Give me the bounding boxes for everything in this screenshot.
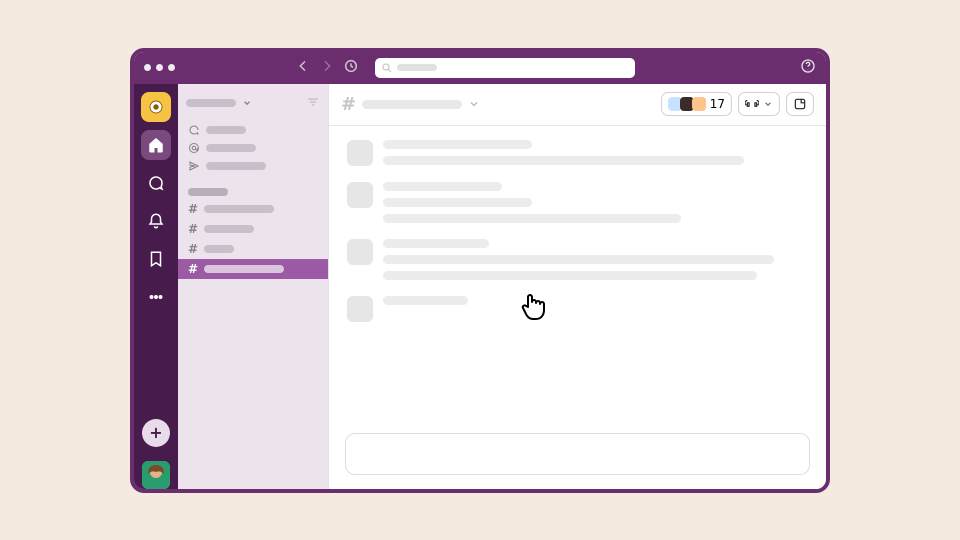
channel-item-2[interactable]: # [178, 219, 328, 239]
app-window: + # # [130, 48, 830, 493]
workspace-badge[interactable] [141, 92, 171, 122]
message-avatar [347, 296, 373, 322]
message-list [329, 126, 826, 425]
channel-header: # 17 [329, 84, 826, 126]
channels-section-header[interactable] [178, 185, 328, 199]
message-item[interactable] [347, 239, 808, 280]
window-max-dot[interactable] [168, 64, 175, 71]
huddle-button[interactable] [738, 92, 780, 116]
members-count: 17 [710, 97, 725, 111]
workspace-switcher[interactable] [178, 90, 328, 117]
activity-icon[interactable] [141, 206, 171, 236]
channel-item-4-selected[interactable]: # [178, 259, 328, 279]
nav-back-icon[interactable] [295, 58, 311, 78]
message-avatar [347, 182, 373, 208]
nav-forward-icon[interactable] [319, 58, 335, 78]
window-controls[interactable] [144, 64, 175, 71]
global-search-input[interactable] [375, 58, 635, 78]
filter-icon[interactable] [306, 94, 320, 113]
channel-item-3[interactable]: # [178, 239, 328, 259]
message-avatar [347, 140, 373, 166]
workspace-rail: + [134, 84, 178, 489]
help-icon[interactable] [800, 58, 816, 78]
mentions-item[interactable] [178, 139, 328, 157]
message-item[interactable] [347, 140, 808, 166]
window-min-dot[interactable] [156, 64, 163, 71]
drafts-item[interactable] [178, 157, 328, 175]
channel-name-placeholder[interactable] [362, 100, 462, 109]
message-avatar [347, 239, 373, 265]
message-item[interactable] [347, 296, 808, 322]
members-chip[interactable]: 17 [661, 92, 732, 116]
dms-icon[interactable] [141, 168, 171, 198]
home-icon[interactable] [141, 130, 171, 160]
history-icon[interactable] [343, 58, 359, 78]
channel-view: # 17 [328, 84, 826, 489]
add-workspace-button[interactable]: + [142, 419, 170, 447]
later-icon[interactable] [141, 244, 171, 274]
channel-sidebar: # # # # [178, 84, 328, 489]
threads-item[interactable] [178, 121, 328, 139]
channel-hash-icon: # [341, 94, 356, 115]
window-close-dot[interactable] [144, 64, 151, 71]
message-item[interactable] [347, 182, 808, 223]
search-placeholder [397, 64, 437, 71]
titlebar [134, 52, 826, 84]
canvas-button[interactable] [786, 92, 814, 116]
channel-item-1[interactable]: # [178, 199, 328, 219]
message-composer[interactable] [345, 433, 810, 475]
user-avatar[interactable] [142, 461, 170, 489]
more-icon[interactable] [141, 282, 171, 312]
